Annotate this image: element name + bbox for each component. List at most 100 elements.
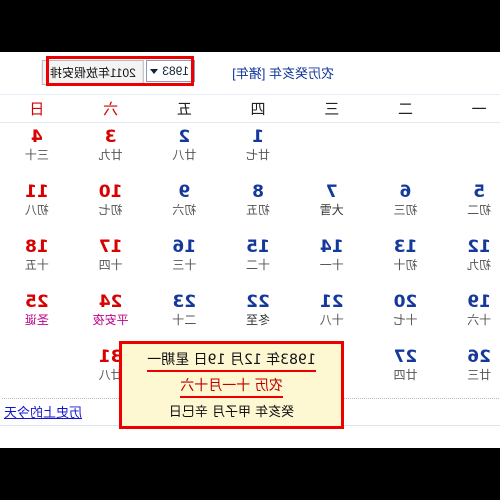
day-lunar-label: 十六 [467, 313, 492, 327]
calendar-week-row: 5 初二 6 初三 7 大雪 8 初五 9 初六 10 初七 11 初八 [0, 178, 500, 233]
history-today-link[interactable]: 历史上的今天 [4, 402, 82, 421]
day-lunar-label: 二十 [172, 313, 197, 327]
tooltip-solar-date: 1983年 12月 19日 星期一 [147, 349, 316, 372]
day-number: 23 [172, 292, 197, 312]
calendar-cell-empty [369, 123, 443, 178]
year-select[interactable]: 1983 [146, 60, 195, 82]
day-number: 9 [178, 182, 191, 202]
day-lunar-label: 平安夜 [92, 313, 129, 327]
calendar-day-cell[interactable]: 21 十八 [295, 288, 369, 343]
day-lunar-label: 十一 [319, 258, 344, 272]
day-lunar-label: 十三 [172, 258, 197, 272]
day-number: 14 [319, 237, 344, 257]
day-number: 22 [246, 292, 270, 312]
tooltip-ganzhi-date: 癸亥年 甲子月 辛巳日 [168, 405, 295, 420]
day-lunar-label: 初二 [467, 203, 492, 217]
holiday-schedule-button[interactable]: 2011年放假安排 [42, 60, 144, 85]
calendar-day-cell[interactable]: 25 圣诞 [0, 288, 74, 343]
day-number: 11 [25, 182, 49, 202]
calendar-toolbar: 1983 年 12 月 农历癸亥年 [猪年] 2 [0, 52, 500, 95]
calendar-day-cell[interactable]: 6 初三 [369, 178, 443, 233]
day-number: 5 [473, 182, 486, 202]
weekday-header-tue: 二 [397, 100, 413, 118]
day-number: 25 [25, 292, 49, 312]
day-lunar-label: 初七 [98, 203, 123, 217]
day-detail-tooltip: 1983年 12月 19日 星期一 农历 十一月十六 癸亥年 甲子月 辛巳日 [119, 341, 344, 429]
calendar-day-cell[interactable]: 23 二十 [147, 288, 221, 343]
day-lunar-label: 廿七 [246, 148, 271, 162]
weekday-header-fri: 五 [176, 100, 192, 118]
calendar-day-cell[interactable]: 27 廿四 [369, 343, 443, 398]
weekday-header-thu: 四 [250, 100, 266, 118]
day-number: 2 [178, 127, 191, 147]
calendar-day-cell[interactable]: 14 十一 [295, 233, 369, 288]
calendar-day-cell[interactable]: 20 十七 [369, 288, 443, 343]
calendar-day-cell[interactable]: 2 廿八 [147, 123, 221, 178]
day-number: 8 [252, 182, 264, 202]
calendar-day-cell[interactable]: 24 平安夜 [74, 288, 148, 343]
day-number: 27 [393, 347, 418, 367]
calendar-day-cell[interactable]: 1 廿七 [221, 123, 295, 178]
day-number: 17 [98, 237, 123, 257]
chevron-down-icon [150, 68, 159, 74]
letterbox-bottom [0, 448, 500, 500]
screenshot-stage: 1983 年 12 月 农历癸亥年 [猪年] 2 [0, 0, 500, 500]
day-number: 10 [98, 182, 123, 202]
day-lunar-label: 三十 [24, 148, 49, 162]
day-lunar-label: 十二 [246, 258, 271, 272]
calendar-day-cell[interactable]: 10 初七 [74, 178, 148, 233]
day-number: 3 [104, 127, 117, 147]
weekday-header-sat: 六 [103, 100, 119, 118]
calendar-cell-empty [442, 123, 500, 178]
holiday-button-wrap: 2011年放假安排 [42, 60, 144, 85]
calendar-day-cell[interactable]: 12 初九 [442, 233, 500, 288]
day-number: 1 [252, 127, 264, 147]
day-lunar-label: 初三 [393, 203, 418, 217]
calendar-day-cell[interactable]: 3 廿九 [74, 123, 148, 178]
calendar-day-cell[interactable]: 26 廿三 [442, 343, 500, 398]
day-number: 18 [25, 237, 49, 257]
calendar-day-cell[interactable]: 13 初十 [369, 233, 443, 288]
calendar-day-cell[interactable]: 8 初五 [221, 178, 295, 233]
calendar-day-cell[interactable]: 17 十四 [74, 233, 148, 288]
calendar-day-cell[interactable]: 4 三十 [0, 123, 74, 178]
letterbox-top [0, 0, 500, 52]
calendar-day-cell[interactable]: 7 大雪 [295, 178, 369, 233]
day-number: 13 [393, 237, 418, 257]
weekday-header-sun: 日 [29, 100, 45, 118]
calendar-day-cell[interactable]: 11 初八 [0, 178, 74, 233]
day-number: 6 [399, 182, 412, 202]
day-number: 16 [172, 237, 197, 257]
day-number: 26 [467, 347, 491, 367]
day-number: 15 [246, 237, 270, 257]
day-lunar-label: 廿三 [467, 368, 492, 382]
calendar-cell-empty [295, 123, 369, 178]
lunar-year-label: 农历癸亥年 [猪年] [232, 66, 334, 81]
day-lunar-label: 廿四 [393, 368, 418, 382]
day-number: 24 [98, 292, 123, 312]
calendar-day-cell[interactable]: 19 十六 [442, 288, 500, 343]
weekday-header-mon: 一 [471, 100, 487, 118]
day-number: 12 [467, 237, 491, 257]
calendar-week-row: 1 廿七 2 廿八 3 廿九 4 三十 [0, 123, 500, 178]
day-lunar-label: 初十 [393, 258, 418, 272]
day-lunar-label: 初五 [246, 203, 271, 217]
calendar-page-content: 1983 年 12 月 农历癸亥年 [猪年] 2 [0, 52, 500, 448]
calendar-day-cell[interactable]: 16 十三 [147, 233, 221, 288]
calendar-week-row: 12 初九 13 初十 14 十一 15 十二 16 十三 17 十四 18 十五 [0, 233, 500, 288]
day-lunar-label: 初六 [172, 203, 197, 217]
calendar-day-cell[interactable]: 18 十五 [0, 233, 74, 288]
calendar-week-row: 19 十六 20 十七 21 十八 22 冬至 23 二十 24 平安夜 25 圣诞 [0, 288, 500, 343]
calendar-cell-empty [0, 343, 74, 398]
day-number: 19 [467, 292, 491, 312]
year-select-value: 1983 [162, 64, 189, 78]
day-lunar-label: 十四 [98, 258, 123, 272]
calendar-page-mirrored: 1983 年 12 月 农历癸亥年 [猪年] 2 [0, 52, 500, 448]
calendar-day-cell[interactable]: 15 十二 [221, 233, 295, 288]
day-lunar-label: 廿九 [98, 148, 123, 162]
calendar-day-cell[interactable]: 5 初二 [442, 178, 500, 233]
calendar-day-cell[interactable]: 9 初六 [147, 178, 221, 233]
day-number: 20 [393, 292, 418, 312]
day-lunar-label: 十七 [393, 313, 418, 327]
calendar-day-cell[interactable]: 22 冬至 [221, 288, 295, 343]
